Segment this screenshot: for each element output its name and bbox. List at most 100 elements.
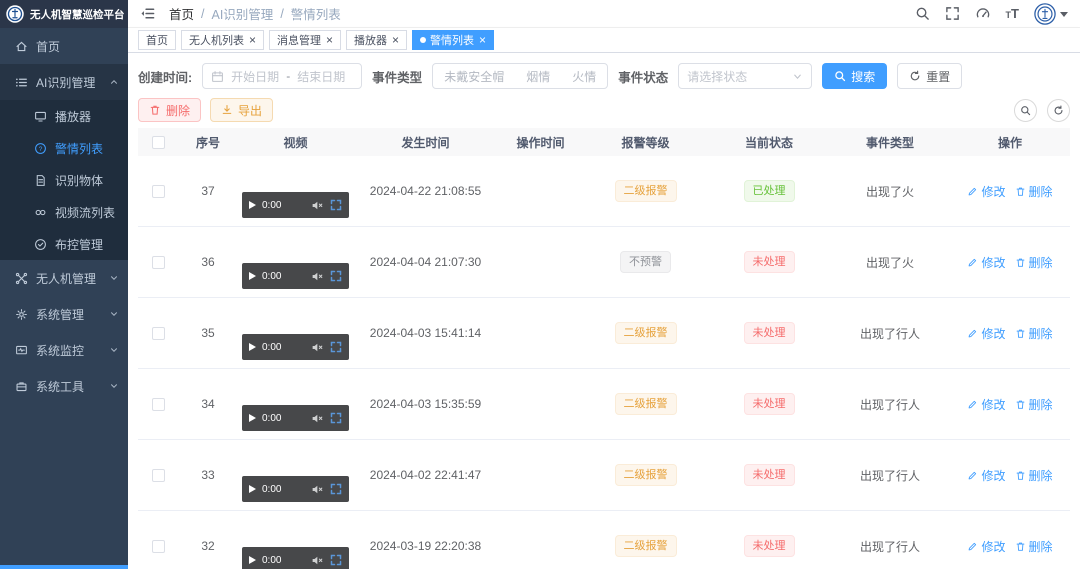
sidebar-item-system-management[interactable]: 系统管理 — [0, 296, 128, 332]
breadcrumb-ai-management[interactable]: AI识别管理 — [212, 4, 274, 23]
event-type-option-fire[interactable]: 火情 — [561, 68, 607, 85]
sidebar-fold-button[interactable] — [140, 6, 155, 21]
video-fullscreen-icon[interactable] — [330, 199, 342, 211]
sidebar-menu: 首页 AI识别管理 播放器 ? 警情列表 识别物体 视频流列表 布控管理 无人机… — [0, 28, 128, 404]
event-type-option-helmet[interactable]: 未戴安全帽 — [433, 68, 515, 85]
row-checkbox[interactable] — [151, 468, 165, 482]
cell-发生时间: 2024-04-03 15:35:59 — [369, 397, 482, 411]
play-icon[interactable] — [249, 485, 256, 493]
search-icon — [834, 70, 846, 82]
row-checkbox[interactable] — [151, 539, 165, 553]
sidebar-item-home[interactable]: 首页 — [0, 28, 128, 64]
reset-button[interactable]: 重置 — [897, 63, 963, 89]
sidebar-item-player[interactable]: 播放器 — [0, 100, 128, 132]
video-player[interactable]: 0:00 — [242, 263, 349, 289]
video-fullscreen-icon[interactable] — [330, 341, 342, 353]
edit-link[interactable]: 修改 — [967, 467, 1006, 484]
search-icon[interactable] — [915, 6, 930, 21]
refresh-icon — [909, 70, 921, 82]
date-range-input[interactable]: 开始日期 - 结束日期 — [202, 63, 363, 89]
tab[interactable]: 播放器 × — [346, 30, 408, 50]
refresh-table-button[interactable] — [1047, 98, 1070, 122]
sidebar-item-system-tools[interactable]: 系统工具 — [0, 368, 128, 404]
delete-link[interactable]: 删除 — [1015, 538, 1053, 555]
tab[interactable]: 首页 — [138, 30, 176, 50]
cell-序号: 33 — [201, 468, 215, 482]
play-icon[interactable] — [249, 272, 256, 280]
tab[interactable]: 无人机列表 × — [181, 30, 265, 50]
refresh-icon — [1053, 105, 1064, 116]
sidebar-item-ai-management[interactable]: AI识别管理 — [0, 64, 128, 100]
trash-icon — [1015, 399, 1026, 410]
muted-speaker-icon[interactable] — [311, 483, 324, 496]
delete-link[interactable]: 删除 — [1015, 467, 1053, 484]
play-icon[interactable] — [249, 414, 256, 422]
video-player[interactable]: 0:00 — [242, 405, 349, 431]
sidebar-item-alert-list[interactable]: ? 警情列表 — [0, 132, 128, 164]
edit-link[interactable]: 修改 — [967, 325, 1006, 342]
tab-close-icon[interactable]: × — [249, 34, 256, 46]
tab[interactable]: 警情列表 × — [412, 30, 495, 50]
muted-speaker-icon[interactable] — [311, 341, 324, 354]
muted-speaker-icon[interactable] — [311, 554, 324, 567]
cell-视频: 0:00 — [238, 369, 353, 439]
video-player[interactable]: 0:00 — [242, 547, 349, 569]
delete-link[interactable]: 删除 — [1015, 396, 1053, 413]
export-button[interactable]: 导出 — [210, 98, 274, 122]
video-fullscreen-icon[interactable] — [330, 554, 342, 566]
tab-close-icon[interactable]: × — [479, 34, 486, 46]
delete-link[interactable]: 删除 — [1015, 183, 1053, 200]
row-checkbox[interactable] — [151, 184, 165, 198]
search-button[interactable]: 搜索 — [822, 63, 888, 89]
tab[interactable]: 消息管理 × — [269, 30, 342, 50]
muted-speaker-icon[interactable] — [311, 412, 324, 425]
font-size-icon[interactable]: TT — [1006, 7, 1019, 20]
status-badge: 未处理 — [743, 322, 795, 344]
muted-speaker-icon[interactable] — [311, 270, 324, 283]
video-fullscreen-icon[interactable] — [330, 412, 342, 424]
dashboard-gauge-icon[interactable] — [975, 6, 991, 21]
tab-close-icon[interactable]: × — [392, 34, 399, 46]
video-player[interactable]: 0:00 — [242, 476, 349, 502]
play-icon[interactable] — [249, 556, 256, 564]
play-icon[interactable] — [249, 201, 256, 209]
play-icon[interactable] — [249, 343, 256, 351]
video-player[interactable]: 0:00 — [242, 334, 349, 360]
edit-link[interactable]: 修改 — [967, 254, 1006, 271]
row-checkbox[interactable] — [151, 397, 165, 411]
cell-报警等级: 二级报警 — [583, 156, 708, 226]
event-type-option-smoke[interactable]: 烟情 — [515, 68, 561, 85]
cell-序号: 32 — [201, 539, 215, 553]
pencil-icon — [967, 186, 978, 197]
video-fullscreen-icon[interactable] — [330, 483, 342, 495]
cell-当前状态: 未处理 — [708, 511, 830, 569]
tab-close-icon[interactable]: × — [326, 34, 333, 46]
sidebar-item-recognized-objects[interactable]: 识别物体 — [0, 164, 128, 196]
table-row: 33 0:00 2024-04-02 22:41:47 二级报警 未处理 出现了… — [138, 440, 1070, 511]
breadcrumb-current: 警情列表 — [290, 8, 341, 22]
row-checkbox[interactable] — [151, 255, 165, 269]
cell-报警等级: 不预警 — [583, 227, 708, 297]
fullscreen-icon[interactable] — [945, 6, 960, 21]
delete-button[interactable]: 删除 — [138, 98, 202, 122]
cell-序号: 37 — [201, 184, 215, 198]
select-all-checkbox[interactable] — [151, 135, 165, 149]
user-avatar[interactable] — [1034, 2, 1068, 25]
muted-speaker-icon[interactable] — [311, 199, 324, 212]
edit-link[interactable]: 修改 — [967, 396, 1006, 413]
pencil-icon — [967, 541, 978, 552]
sidebar-item-system-monitor[interactable]: 系统监控 — [0, 332, 128, 368]
edit-link[interactable]: 修改 — [967, 538, 1006, 555]
video-player[interactable]: 0:00 — [242, 192, 349, 218]
event-status-select[interactable]: 请选择状态 — [678, 63, 813, 89]
sidebar-item-drone-management[interactable]: 无人机管理 — [0, 260, 128, 296]
video-fullscreen-icon[interactable] — [330, 270, 342, 282]
breadcrumb-home[interactable]: 首页 — [169, 4, 194, 23]
row-checkbox[interactable] — [151, 326, 165, 340]
edit-link[interactable]: 修改 — [967, 183, 1006, 200]
toggle-search-button[interactable] — [1014, 98, 1037, 122]
sidebar-item-video-streams[interactable]: 视频流列表 — [0, 196, 128, 228]
sidebar-item-deployment[interactable]: 布控管理 — [0, 228, 128, 260]
delete-link[interactable]: 删除 — [1015, 254, 1053, 271]
delete-link[interactable]: 删除 — [1015, 325, 1053, 342]
